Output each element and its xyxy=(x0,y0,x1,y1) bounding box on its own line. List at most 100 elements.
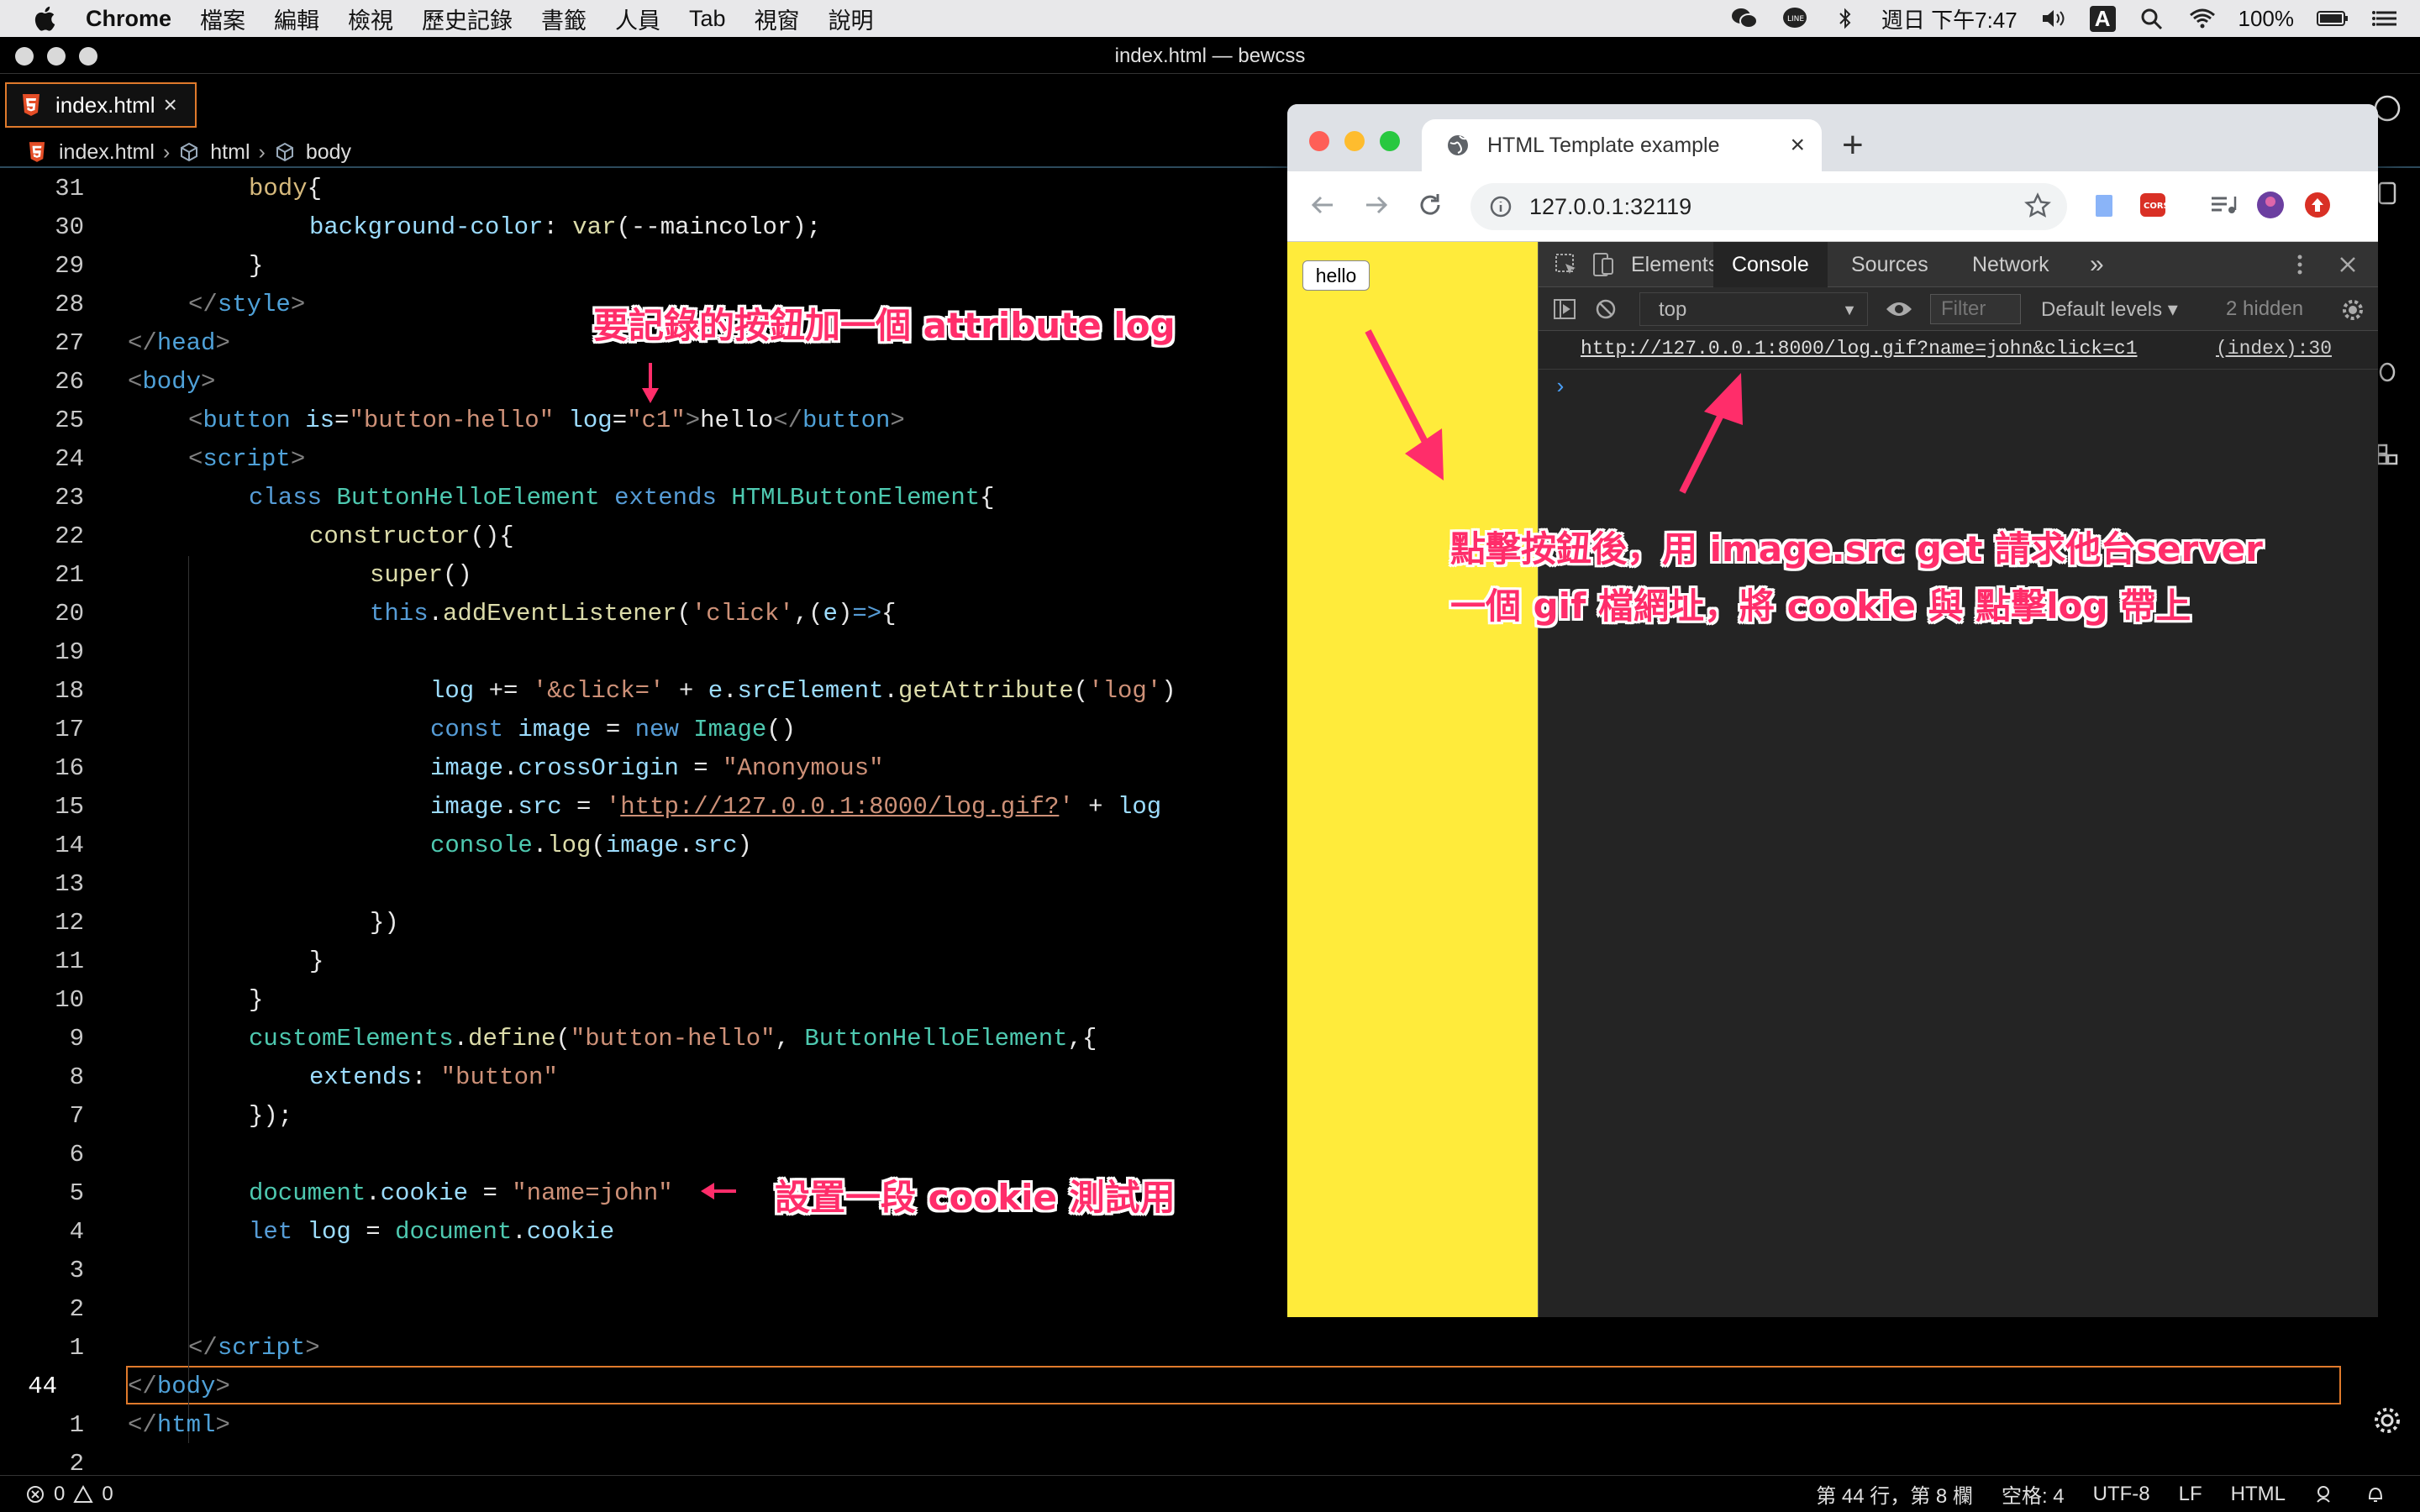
address-bar[interactable]: 127.0.0.1:32119 xyxy=(1470,183,2067,230)
cursor-position[interactable]: 第 44 行，第 8 欄 xyxy=(1816,1479,1973,1509)
device-toolbar-icon[interactable] xyxy=(1591,250,1616,279)
menu-window[interactable]: 視窗 xyxy=(755,3,800,35)
token: image xyxy=(605,832,679,859)
end-of-line[interactable]: LF xyxy=(2179,1483,2202,1506)
annotation-click-line2: 一個 gif 檔網址，將 cookie 與 點擊log 帶上 xyxy=(1450,585,2191,627)
console-settings-gear-icon[interactable] xyxy=(2340,297,2365,323)
eye-icon[interactable] xyxy=(1885,299,1913,319)
reload-icon[interactable] xyxy=(1415,190,1445,220)
devtools-tab-network[interactable]: Network xyxy=(1972,242,2049,287)
token: . xyxy=(512,1218,527,1246)
devtools-tab-console[interactable]: Console xyxy=(1713,242,1828,287)
menu-tab[interactable]: Tab xyxy=(689,6,726,32)
problems-indicator[interactable]: 0 0 xyxy=(25,1483,113,1506)
info-icon[interactable] xyxy=(1489,195,1512,218)
breadcrumb-body[interactable]: body xyxy=(306,140,351,165)
sidebar-toggle-icon[interactable] xyxy=(1552,297,1577,321)
token: "name=john" xyxy=(512,1179,673,1207)
devtools-tab-sources[interactable]: Sources xyxy=(1851,242,1928,287)
line-icon[interactable]: LINE xyxy=(1781,6,1809,31)
cors-extension-icon[interactable]: CORS xyxy=(2138,190,2168,220)
kebab-menu-icon[interactable] xyxy=(2295,252,2305,277)
chrome-window-controls xyxy=(1309,131,1400,151)
chrome-tab[interactable]: HTML Template example × xyxy=(1422,119,1822,171)
breadcrumb-html[interactable]: html xyxy=(210,140,250,165)
input-method-indicator[interactable]: A xyxy=(2089,5,2116,32)
console-filter-input[interactable] xyxy=(1930,294,2021,324)
token: customElements xyxy=(249,1025,454,1053)
close-devtools-icon[interactable] xyxy=(2337,254,2359,276)
wechat-icon[interactable] xyxy=(1730,6,1759,31)
token: + xyxy=(664,677,708,705)
hello-button[interactable]: hello xyxy=(1302,260,1370,291)
bluetooth-icon[interactable] xyxy=(1831,6,1860,31)
battery-percent: 100% xyxy=(2238,5,2295,31)
volume-icon[interactable] xyxy=(2039,6,2068,31)
new-tab-button[interactable]: + xyxy=(1842,124,1864,166)
devtools-more-tabs[interactable]: » xyxy=(2090,242,2104,287)
search-icon[interactable] xyxy=(2138,6,2166,31)
menu-people[interactable]: 人員 xyxy=(615,3,660,35)
token: "button" xyxy=(440,1063,558,1091)
chrome-zoom-button[interactable] xyxy=(1380,131,1400,151)
breadcrumb-file[interactable]: index.html xyxy=(59,140,155,165)
back-arrow-icon[interactable] xyxy=(1307,190,1338,220)
token: head xyxy=(156,329,216,357)
token: < xyxy=(188,407,203,434)
menu-history[interactable]: 歷史記錄 xyxy=(422,3,513,35)
url-link[interactable]: http://127.0.0.1:8000/log.gif? xyxy=(620,793,1059,821)
token: ( xyxy=(555,1025,571,1053)
encoding[interactable]: UTF-8 xyxy=(2093,1483,2150,1506)
menu-file[interactable]: 檔案 xyxy=(200,3,245,35)
log-levels-dropdown[interactable]: Default levels ▾ xyxy=(2041,297,2178,322)
code-line[interactable]: 1 </script> xyxy=(0,1329,2420,1368)
menu-app-name[interactable]: Chrome xyxy=(86,6,171,32)
feedback-icon[interactable] xyxy=(2314,1483,2336,1505)
token: 'log' xyxy=(1088,677,1162,705)
line-number: 13 xyxy=(55,870,84,898)
console-log-url[interactable]: http://127.0.0.1:8000/log.gif?name=john&… xyxy=(1581,338,2138,360)
menu-help[interactable]: 說明 xyxy=(829,3,874,35)
code-line-current[interactable]: 44 </body> xyxy=(0,1368,2420,1406)
wifi-icon[interactable] xyxy=(2188,6,2217,31)
close-tab-icon[interactable]: × xyxy=(164,92,177,118)
media-control-icon[interactable] xyxy=(2208,190,2238,220)
forward-arrow-icon[interactable] xyxy=(1361,190,1392,220)
context-value: top xyxy=(1659,298,1687,321)
line-number: 9 xyxy=(69,1025,84,1053)
chrome-tab-title: HTML Template example xyxy=(1487,133,1720,157)
language-mode[interactable]: HTML xyxy=(2231,1483,2286,1506)
devtools-tab-elements[interactable]: Elements xyxy=(1631,242,1718,287)
token: </ xyxy=(128,1373,157,1400)
indentation[interactable]: 空格: 4 xyxy=(2002,1479,2065,1509)
apple-icon[interactable] xyxy=(32,4,60,33)
clear-console-icon[interactable] xyxy=(1594,297,1618,321)
token: src xyxy=(518,793,562,821)
inspect-element-icon[interactable] xyxy=(1554,252,1579,277)
context-selector[interactable]: top ▼ xyxy=(1639,292,1868,326)
line-number: 8 xyxy=(69,1063,84,1091)
update-icon[interactable] xyxy=(2302,190,2333,220)
bookmark-star-icon[interactable] xyxy=(2023,192,2052,220)
console-prompt[interactable]: › xyxy=(1554,375,1567,400)
notification-center-icon[interactable] xyxy=(2371,6,2400,31)
bell-icon[interactable] xyxy=(2365,1483,2386,1505)
token: extends xyxy=(599,484,717,512)
avatar[interactable] xyxy=(2255,190,2286,220)
battery-icon[interactable] xyxy=(2316,6,2349,31)
code-line[interactable]: 1 </html> xyxy=(0,1406,2420,1445)
extension-bookmark-icon[interactable] xyxy=(2089,190,2119,220)
menu-view[interactable]: 檢視 xyxy=(348,3,393,35)
line-number: 14 xyxy=(55,832,84,859)
token: log xyxy=(1117,793,1162,821)
menu-edit[interactable]: 編輯 xyxy=(274,3,319,35)
menubar-clock[interactable]: 週日 下午7:47 xyxy=(1881,3,2018,34)
console-log-source[interactable]: (index):30 xyxy=(2216,338,2332,360)
menu-bookmarks[interactable]: 書籤 xyxy=(541,3,587,35)
line-number: 12 xyxy=(55,909,84,937)
tab-index-html[interactable]: index.html × xyxy=(5,82,197,128)
chrome-close-button[interactable] xyxy=(1309,131,1329,151)
chrome-minimize-button[interactable] xyxy=(1344,131,1365,151)
close-tab-icon[interactable]: × xyxy=(1790,131,1805,160)
line-number: 44 xyxy=(28,1373,57,1400)
